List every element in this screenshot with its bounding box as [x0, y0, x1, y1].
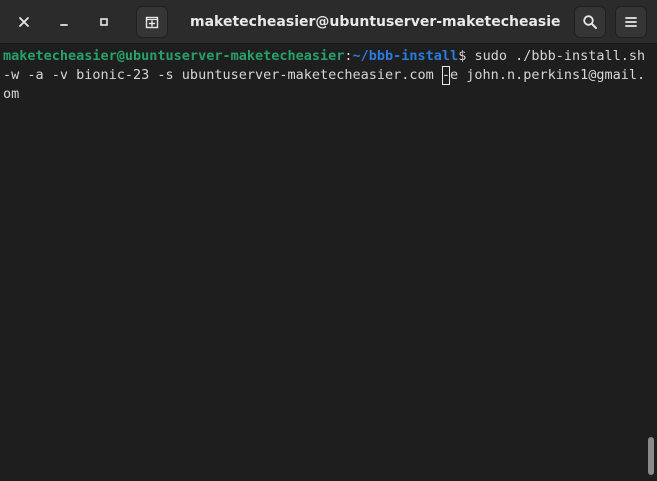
- prompt-colon: :: [344, 48, 353, 64]
- new-tab-icon: [144, 14, 160, 30]
- search-button[interactable]: [574, 6, 606, 38]
- prompt-user-host: maketecheasier@ubuntuserver-maketecheasi…: [3, 48, 345, 64]
- scrollbar-thumb[interactable]: [648, 437, 654, 475]
- command-text: om: [3, 86, 20, 102]
- close-icon: [18, 16, 30, 28]
- window-title: maketecheasier@ubuntuserver-maketecheasi…: [190, 14, 560, 30]
- scrollbar[interactable]: [645, 44, 657, 481]
- title-bar: maketecheasier@ubuntuserver-maketecheasi…: [0, 0, 657, 44]
- terminal-window: maketecheasier@ubuntuserver-maketecheasi…: [0, 0, 657, 481]
- minimize-icon: [58, 16, 70, 28]
- text-cursor: -: [441, 66, 451, 85]
- maximize-icon: [98, 16, 110, 28]
- search-icon: [582, 14, 598, 30]
- hamburger-menu-icon: [624, 15, 638, 29]
- command-text: -w -a -v bionic-23 -s ubuntuserver-maket…: [3, 67, 442, 83]
- new-tab-button[interactable]: [136, 6, 168, 38]
- menu-button[interactable]: [615, 6, 647, 38]
- command-text: sudo ./bbb-install.sh: [474, 48, 645, 64]
- command-text: e john.n.perkins1@gmail.c: [450, 67, 645, 83]
- terminal-line: maketecheasier@ubuntuserver-maketecheasi…: [3, 47, 645, 66]
- terminal-output[interactable]: maketecheasier@ubuntuserver-maketecheasi…: [0, 44, 645, 481]
- close-button[interactable]: [8, 6, 40, 38]
- minimize-button[interactable]: [48, 6, 80, 38]
- maximize-button[interactable]: [88, 6, 120, 38]
- terminal-line: -w -a -v bionic-23 -s ubuntuserver-maket…: [3, 66, 645, 85]
- terminal-line: om: [3, 85, 645, 104]
- prompt-path: ~/bbb-install: [352, 48, 459, 64]
- prompt-symbol: $: [458, 48, 475, 64]
